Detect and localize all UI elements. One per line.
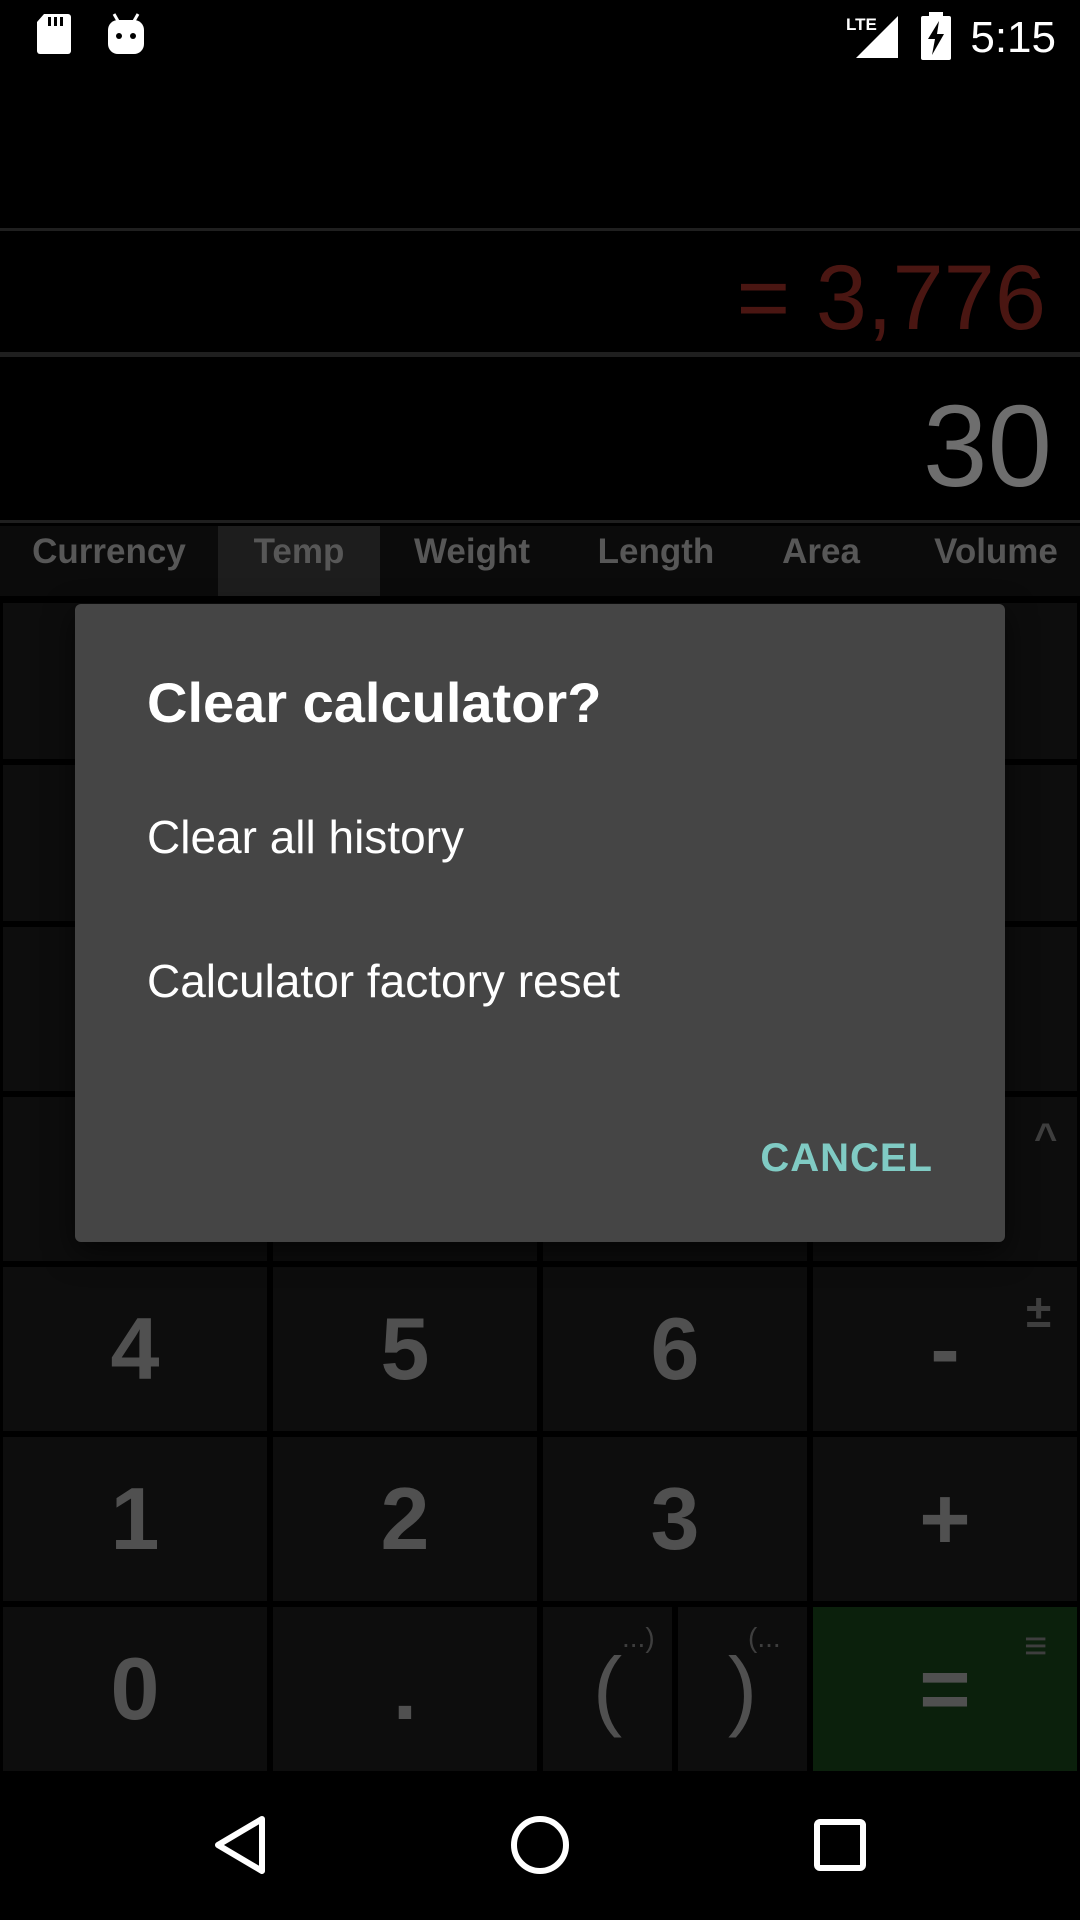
plus-minus-label[interactable]: ±: [1026, 1284, 1051, 1338]
tab-weight[interactable]: Weight: [398, 526, 546, 596]
battery-charging-icon: [920, 12, 952, 65]
clear-all-history-option[interactable]: Clear all history: [147, 810, 464, 864]
key-4[interactable]: 4: [0, 1264, 270, 1434]
key-6[interactable]: 6: [540, 1264, 810, 1434]
back-icon: [210, 1813, 270, 1882]
tab-currency[interactable]: Currency: [18, 526, 200, 596]
unit-tabs: Currency Temp Weight Length Area Volume: [0, 526, 1080, 596]
svg-text:LTE: LTE: [846, 15, 877, 34]
sd-card-icon: [36, 12, 72, 61]
open-paren-hint: ...): [622, 1622, 655, 1653]
tab-volume[interactable]: Volume: [918, 526, 1074, 596]
caret-label: ^: [1034, 1116, 1058, 1160]
key-open-paren[interactable]: (: [540, 1604, 675, 1774]
lte-signal-icon: LTE: [846, 14, 900, 65]
dialog-title: Clear calculator?: [147, 671, 602, 734]
key-2[interactable]: 2: [270, 1434, 540, 1604]
navigation-bar: [0, 1774, 1080, 1920]
cancel-button[interactable]: CANCEL: [760, 1136, 933, 1181]
key-0[interactable]: 0: [0, 1604, 270, 1774]
factory-reset-option[interactable]: Calculator factory reset: [147, 954, 620, 1008]
key-1[interactable]: 1: [0, 1434, 270, 1604]
screen: LTE 5:15 = 3,776 30 Currency Temp Weight…: [0, 0, 1080, 1920]
display-divider: [0, 228, 1080, 231]
recents-icon: [812, 1817, 868, 1878]
key-dot[interactable]: .: [270, 1604, 540, 1774]
key-3[interactable]: 3: [540, 1434, 810, 1604]
display-divider: [0, 352, 1080, 357]
clear-dialog: Clear calculator? Clear all history Calc…: [75, 604, 1005, 1242]
key-plus[interactable]: +: [810, 1434, 1080, 1604]
home-icon: [508, 1813, 572, 1882]
clock: 5:15: [970, 13, 1056, 62]
result-display: = 3,776: [736, 247, 1046, 349]
tab-temp[interactable]: Temp: [218, 526, 380, 596]
close-paren-hint: (...: [748, 1622, 781, 1653]
back-button[interactable]: [160, 1774, 320, 1920]
recents-button[interactable]: [760, 1774, 920, 1920]
display-divider: [0, 520, 1080, 523]
key-5[interactable]: 5: [270, 1264, 540, 1434]
status-bar: LTE 5:15: [0, 0, 1080, 75]
home-button[interactable]: [460, 1774, 620, 1920]
tab-area[interactable]: Area: [766, 526, 876, 596]
tab-length[interactable]: Length: [582, 526, 730, 596]
equals-menu-icon[interactable]: ≡: [1024, 1624, 1047, 1669]
android-debug-icon: [106, 12, 146, 61]
key-close-paren[interactable]: ): [675, 1604, 810, 1774]
expression-display[interactable]: 30: [923, 386, 1052, 506]
